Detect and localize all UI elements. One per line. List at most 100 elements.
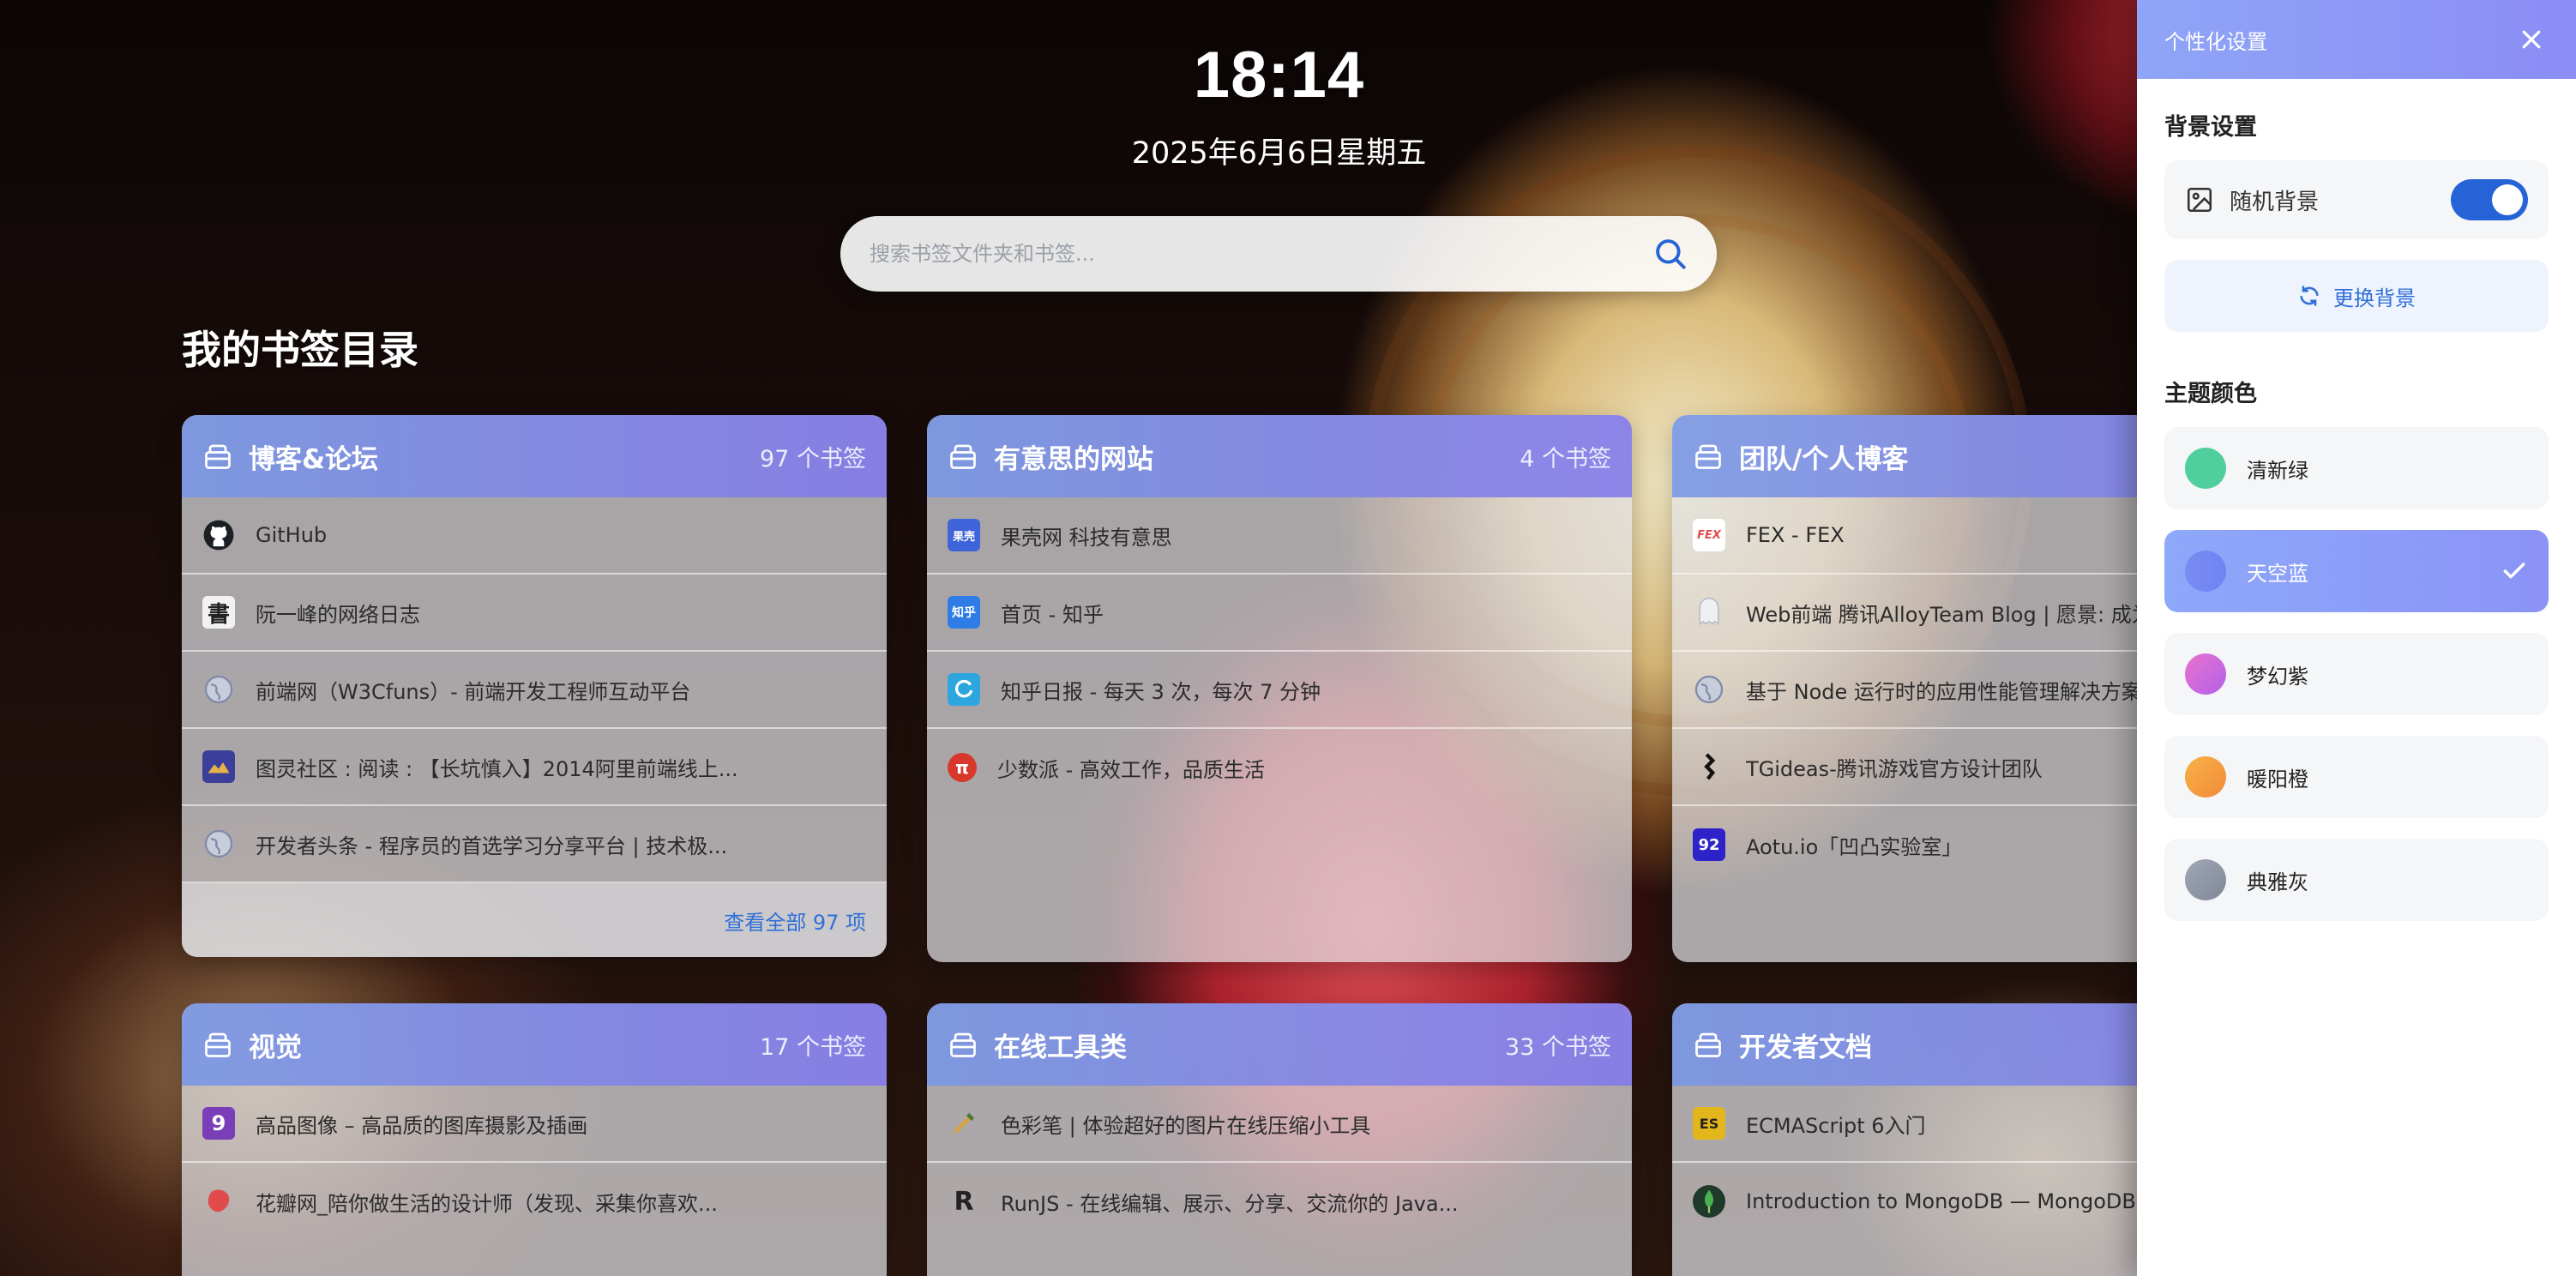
bookmark-item[interactable]: R RunJS - 在线编辑、展示、分享、交流你的 Java...	[927, 1163, 1632, 1240]
sspai-icon: π	[948, 753, 977, 782]
pen-icon	[948, 1107, 980, 1140]
mongodb-icon	[1693, 1185, 1725, 1218]
theme-swatch	[2185, 551, 2226, 592]
view-all-link[interactable]: 查看全部 97 项	[724, 906, 866, 936]
bookmark-item[interactable]: 色彩笔 | 体验超好的图片在线压缩小工具	[927, 1086, 1632, 1163]
folder-icon	[948, 1029, 978, 1060]
bookmark-label: 基于 Node 运行时的应用性能管理解决方案	[1746, 679, 2142, 704]
ituring-icon	[202, 750, 235, 783]
globe-icon	[202, 828, 235, 860]
card-count: 33 个书签	[1505, 1033, 1611, 1061]
theme-swatch	[2185, 859, 2226, 900]
bookmark-label: Aotu.io「凹凸实验室」	[1746, 834, 1963, 859]
bookmark-label: 高品图像 – 高品质的图库摄影及插画	[256, 1113, 588, 1138]
bookmark-item[interactable]: 9 高品图像 – 高品质的图库摄影及插画	[182, 1086, 887, 1163]
bookmark-label: 前端网（W3Cfuns）- 前端开发工程师互动平台	[256, 679, 691, 704]
theme-label: 暖阳橙	[2247, 767, 2308, 791]
theme-label: 梦幻紫	[2247, 664, 2308, 689]
random-background-toggle[interactable]	[2451, 179, 2528, 220]
theme-label: 天空蓝	[2247, 561, 2308, 586]
theme-swatch	[2185, 448, 2226, 489]
bookmark-label: GitHub	[256, 523, 328, 547]
folder-icon	[202, 441, 233, 472]
fex-icon: FEX	[1693, 519, 1725, 551]
bookmark-item[interactable]: 果壳 果壳网 科技有意思	[927, 497, 1632, 575]
zhihu-daily-icon	[948, 673, 980, 706]
card-title: 博客&论坛	[249, 443, 379, 475]
bookmark-label: FEX - FEX	[1746, 523, 1845, 547]
theme-option-green[interactable]: 清新绿	[2164, 427, 2549, 509]
search-icon	[1656, 239, 1686, 269]
bookmark-card-online-tools: 在线工具类 33 个书签 色彩笔 | 体验超好的图片在线压缩小工具 R RunJ…	[927, 1003, 1632, 1276]
bookmark-card-visual: 视觉 17 个书签 9 高品图像 – 高品质的图库摄影及插画 花瓣网_陪你做生活…	[182, 1003, 887, 1276]
bookmark-item[interactable]: π 少数派 - 高效工作，品质生活	[927, 729, 1632, 806]
runjs-icon: R	[954, 1186, 974, 1217]
aotu-icon: 92	[1693, 828, 1725, 861]
close-button[interactable]	[2514, 22, 2549, 57]
folder-icon	[948, 441, 978, 472]
card-title: 视觉	[249, 1032, 302, 1063]
bookmark-label: TGideas-腾讯游戏官方设计团队	[1746, 756, 2043, 781]
bookmark-item[interactable]: 知乎 首页 - 知乎	[927, 575, 1632, 652]
bookmark-item[interactable]: 花瓣网_陪你做生活的设计师（发现、采集你喜欢...	[182, 1163, 887, 1240]
card-title: 有意思的网站	[994, 443, 1153, 475]
bookmark-label: 花瓣网_陪你做生活的设计师（发现、采集你喜欢...	[256, 1191, 718, 1216]
globe-icon	[202, 673, 235, 706]
card-count: 4 个书签	[1520, 445, 1611, 472]
theme-option-blue[interactable]: 天空蓝	[2164, 530, 2549, 612]
bookmark-label: ECMAScript 6入门	[1746, 1113, 1926, 1138]
theme-swatch	[2185, 756, 2226, 798]
clock-date: 2025年6月6日星期五	[1131, 136, 1427, 171]
card-header[interactable]: 博客&论坛 97 个书签	[182, 415, 887, 497]
settings-panel: 个性化设置 背景设置 随机背景 更换背景 主题颜色 清新绿 天空蓝 梦幻紫 暖阳…	[2137, 0, 2576, 1276]
card-header[interactable]: 有意思的网站 4 个书签	[927, 415, 1632, 497]
theme-settings-title: 主题颜色	[2164, 381, 2257, 407]
folder-icon	[202, 1029, 233, 1060]
bookmark-label: 少数派 - 高效工作，品质生活	[997, 757, 1265, 782]
bookmark-item[interactable]: 图灵社区 : 阅读 : 【长坑慎入】2014阿里前端线上...	[182, 729, 887, 806]
bookmark-item[interactable]: GitHub	[182, 497, 887, 575]
random-background-row: 随机背景	[2164, 160, 2549, 239]
theme-option-gray[interactable]: 典雅灰	[2164, 839, 2549, 921]
tgideas-icon	[1693, 750, 1725, 783]
bookmark-item[interactable]: 开发者头条 - 程序员的首选学习分享平台 | 技术极...	[182, 806, 887, 883]
bookmark-item[interactable]: 書 阮一峰的网络日志	[182, 575, 887, 652]
card-header[interactable]: 在线工具类 33 个书签	[927, 1003, 1632, 1086]
check-icon	[2501, 557, 2528, 585]
guokr-icon: 果壳	[948, 519, 980, 551]
theme-option-purple[interactable]: 梦幻紫	[2164, 633, 2549, 715]
es6-icon: ES	[1693, 1107, 1725, 1140]
folder-icon	[1693, 1029, 1724, 1060]
bookmark-item[interactable]: 前端网（W3Cfuns）- 前端开发工程师互动平台	[182, 652, 887, 729]
gaopin-icon: 9	[202, 1107, 235, 1140]
globe-icon	[1693, 673, 1725, 706]
change-background-button[interactable]: 更换背景	[2164, 260, 2549, 332]
bookmark-label: Introduction to MongoDB — MongoDB M	[1746, 1189, 2161, 1213]
panel-title: 个性化设置	[2164, 29, 2267, 54]
bookmark-label: RunJS - 在线编辑、展示、分享、交流你的 Java...	[1001, 1191, 1459, 1216]
folder-icon	[1693, 441, 1724, 472]
card-count: 17 个书签	[760, 1033, 866, 1061]
random-background-label: 随机背景	[2230, 189, 2320, 215]
theme-label: 清新绿	[2247, 458, 2308, 483]
bookmark-item[interactable]: 知乎日报 - 每天 3 次，每次 7 分钟	[927, 652, 1632, 729]
clock-time: 18:14	[1193, 39, 1365, 111]
github-icon	[202, 519, 235, 551]
search-button[interactable]	[1650, 233, 1691, 274]
card-header[interactable]: 视觉 17 个书签	[182, 1003, 887, 1086]
theme-option-orange[interactable]: 暖阳橙	[2164, 736, 2549, 818]
section-title: 我的书签目录	[182, 327, 418, 373]
bookmark-label: 首页 - 知乎	[1001, 602, 1104, 627]
search-input[interactable]	[870, 242, 1650, 266]
bookmark-label: 图灵社区 : 阅读 : 【长坑慎入】2014阿里前端线上...	[256, 756, 738, 781]
bookmark-label: 开发者头条 - 程序员的首选学习分享平台 | 技术极...	[256, 834, 728, 858]
bookmark-label: Web前端 腾讯AlloyTeam Blog | 愿景: 成为	[1746, 602, 2152, 627]
close-icon	[2522, 30, 2541, 49]
theme-swatch	[2185, 653, 2226, 695]
toggle-knob	[2492, 184, 2523, 215]
card-footer: 查看全部 97 项	[182, 883, 887, 957]
bookmark-label: 色彩笔 | 体验超好的图片在线压缩小工具	[1001, 1113, 1371, 1138]
theme-settings: 主题颜色 清新绿 天空蓝 梦幻紫 暖阳橙 典雅灰	[2137, 375, 2576, 921]
image-icon	[2185, 185, 2214, 214]
panel-header: 个性化设置	[2137, 0, 2576, 79]
